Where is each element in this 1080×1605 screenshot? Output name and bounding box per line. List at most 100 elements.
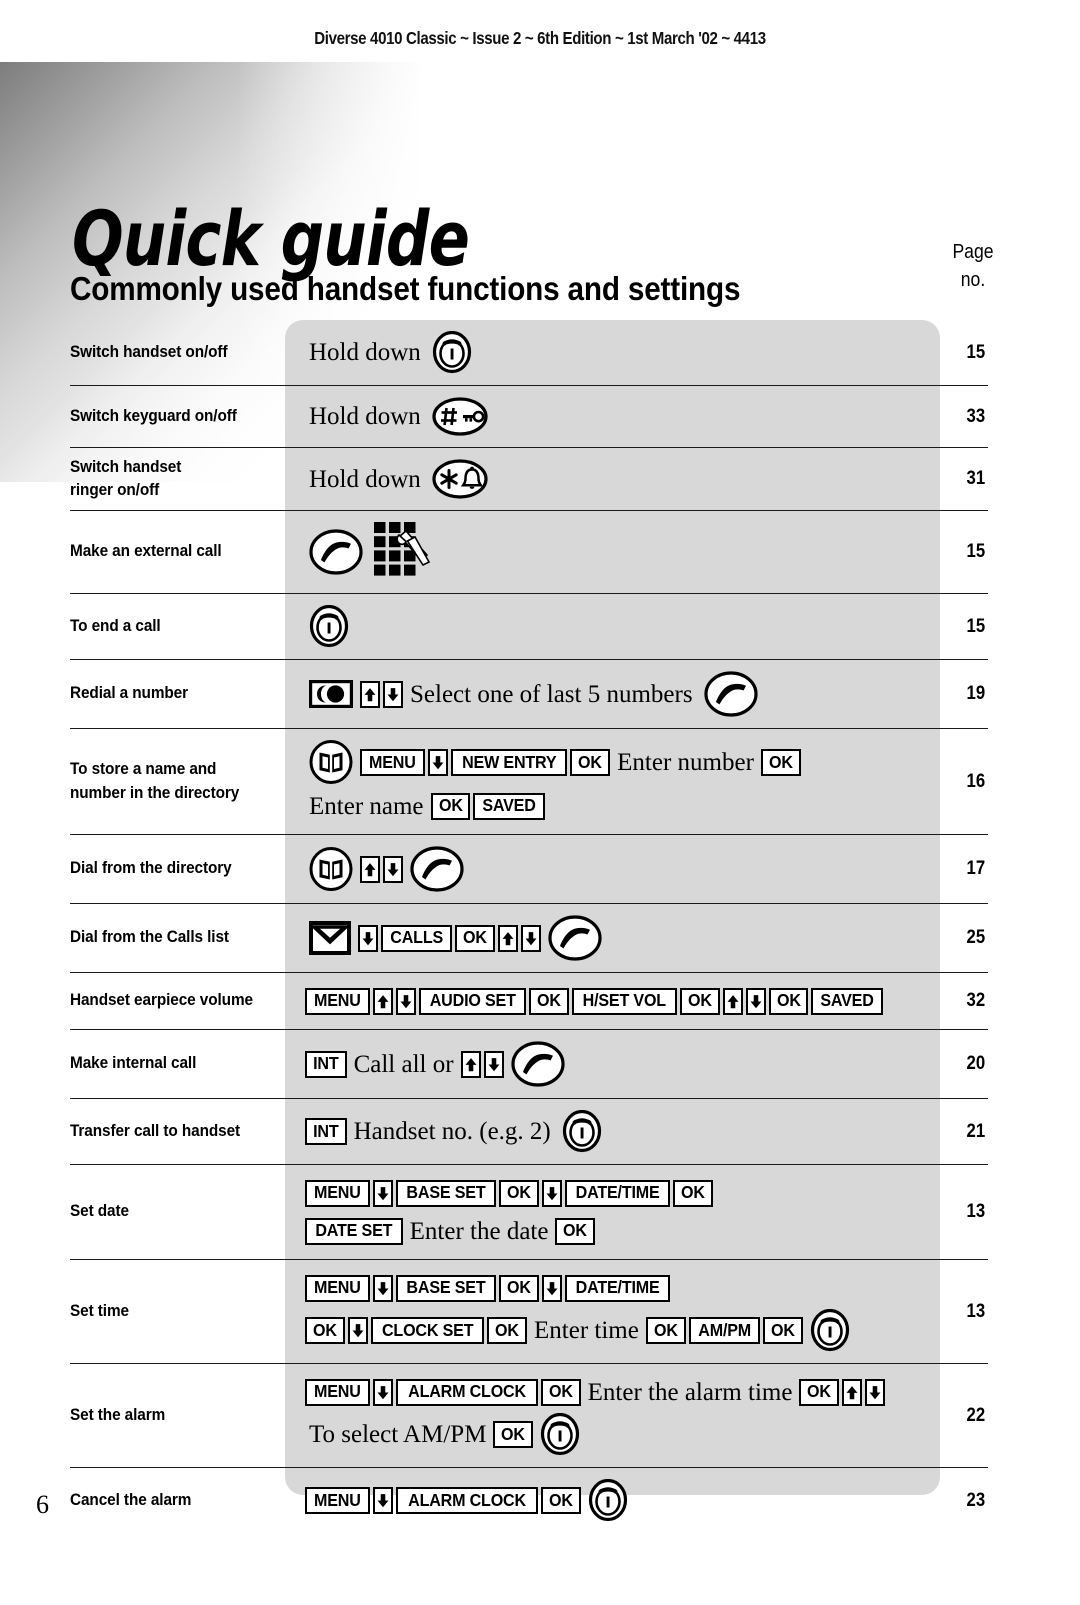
key-new-entry[interactable]: NEW ENTRY	[450, 749, 568, 776]
key-label: OK	[506, 1277, 531, 1298]
arrow-up-icon[interactable]	[498, 924, 519, 952]
arrow-down-icon[interactable]	[745, 987, 766, 1015]
key-ok[interactable]: OK	[679, 987, 720, 1015]
function-label: To store a name and number in the directo…	[70, 729, 285, 834]
key-ok[interactable]: OK	[540, 1487, 581, 1514]
end-call-icon[interactable]	[540, 1413, 580, 1456]
key-saved[interactable]: SAVED	[811, 987, 884, 1015]
key-saved[interactable]: SAVED	[473, 792, 546, 820]
key-ok[interactable]: OK	[305, 1317, 345, 1344]
key-ok[interactable]: OK	[763, 1317, 803, 1344]
arrow-down-icon[interactable]	[372, 1487, 393, 1514]
key-ok[interactable]: OK	[799, 1378, 840, 1406]
key-ok[interactable]: OK	[540, 1378, 581, 1406]
arrow-down-icon[interactable]	[521, 924, 542, 952]
key-audio-set[interactable]: AUDIO SET	[418, 987, 527, 1015]
key-ok[interactable]: OK	[455, 924, 496, 952]
key-ok[interactable]: OK	[768, 987, 809, 1015]
page-reference: 33	[925, 386, 988, 447]
key-menu[interactable]: MENU	[360, 749, 425, 776]
key-sequence-line: Enter name OK SAVED	[305, 789, 925, 823]
key-menu[interactable]: MENU	[305, 1487, 370, 1514]
key-ok[interactable]: OK	[498, 1179, 539, 1207]
arrow-down-icon[interactable]	[483, 1050, 504, 1078]
page-reference: 16	[925, 729, 988, 834]
key-h-set-vol[interactable]: H/SET VOL	[572, 987, 677, 1015]
arrow-down-icon[interactable]	[395, 987, 416, 1015]
envelope-icon[interactable]	[309, 921, 351, 955]
key-ok[interactable]: OK	[493, 1421, 534, 1448]
key-menu[interactable]: MENU	[305, 987, 370, 1015]
key-date-set[interactable]: DATE SET	[305, 1217, 403, 1245]
key-ok[interactable]: OK	[645, 1317, 686, 1344]
key-label: OK	[548, 1381, 573, 1402]
talk-icon[interactable]	[410, 846, 464, 892]
key-sequence	[285, 511, 925, 593]
end-call-icon[interactable]	[562, 1110, 602, 1153]
end-call-icon[interactable]	[432, 331, 472, 374]
key-calls[interactable]: CALLS	[381, 924, 453, 952]
key-menu[interactable]: MENU	[305, 1274, 370, 1302]
key-base-set[interactable]: BASE SET	[395, 1179, 496, 1207]
keyguard-icon[interactable]	[432, 397, 488, 436]
arrow-down-icon[interactable]	[383, 855, 403, 883]
arrow-up-icon[interactable]	[722, 987, 743, 1015]
key-date-time[interactable]: DATE/TIME	[564, 1274, 670, 1302]
instruction-text: Enter time	[534, 1317, 639, 1344]
key-clock-set[interactable]: CLOCK SET	[370, 1317, 485, 1344]
page-reference: 13	[925, 1165, 988, 1259]
key-base-set[interactable]: BASE SET	[395, 1274, 496, 1302]
directory-book-icon[interactable]	[309, 740, 353, 785]
key-ok[interactable]: OK	[487, 1317, 528, 1344]
arrow-down-icon[interactable]	[865, 1378, 886, 1406]
key-ok[interactable]: OK	[529, 987, 570, 1015]
end-call-icon[interactable]	[810, 1309, 850, 1352]
key-ok[interactable]: OK	[555, 1217, 596, 1245]
talk-icon[interactable]	[510, 1041, 565, 1087]
talk-icon[interactable]	[703, 671, 758, 717]
table-row: Make an external call 15	[70, 511, 988, 594]
key-sequence: Hold down	[285, 320, 925, 385]
key-ok[interactable]: OK	[672, 1179, 713, 1207]
redial-key-icon[interactable]	[309, 680, 353, 708]
arrow-down-icon[interactable]	[372, 1179, 393, 1207]
arrow-up-icon[interactable]	[842, 1378, 863, 1406]
arrow-down-icon[interactable]	[358, 924, 378, 952]
page-reference-number: 16	[966, 770, 985, 792]
arrow-up-icon[interactable]	[372, 987, 393, 1015]
end-call-icon[interactable]	[588, 1479, 628, 1522]
arrow-up-icon[interactable]	[360, 680, 380, 708]
key-int[interactable]: INT	[305, 1118, 347, 1145]
key-date-time[interactable]: DATE/TIME	[564, 1179, 670, 1207]
talk-icon[interactable]	[309, 529, 363, 575]
key-sequence-line: Hold down	[305, 397, 925, 436]
key-alarm-clock[interactable]: ALARM CLOCK	[395, 1487, 538, 1514]
key-menu[interactable]: MENU	[305, 1179, 370, 1207]
key-menu[interactable]: MENU	[305, 1378, 370, 1406]
key-alarm-clock[interactable]: ALARM CLOCK	[395, 1378, 538, 1406]
key-ok[interactable]: OK	[570, 749, 611, 776]
key-ok[interactable]: OK	[498, 1274, 539, 1302]
talk-icon[interactable]	[548, 915, 602, 961]
key-sequence-line	[305, 846, 925, 892]
arrow-down-icon[interactable]	[541, 1274, 562, 1302]
arrow-down-icon[interactable]	[541, 1179, 562, 1207]
key-am-pm[interactable]: AM/PM	[688, 1317, 761, 1344]
key-label: OK	[771, 1319, 795, 1340]
key-int[interactable]: INT	[305, 1050, 347, 1078]
end-call-icon[interactable]	[309, 605, 349, 648]
directory-book-icon[interactable]	[309, 846, 353, 892]
arrow-up-icon[interactable]	[460, 1050, 481, 1078]
key-ok[interactable]: OK	[760, 749, 801, 776]
arrow-down-icon[interactable]	[383, 680, 403, 708]
arrow-down-icon[interactable]	[347, 1317, 368, 1344]
arrow-down-icon[interactable]	[372, 1378, 393, 1406]
arrow-down-icon[interactable]	[427, 749, 448, 776]
arrow-up-icon[interactable]	[360, 855, 380, 883]
keypad-dial-icon[interactable]	[374, 522, 432, 582]
key-ok[interactable]: OK	[430, 792, 471, 820]
arrow-down-icon[interactable]	[372, 1274, 393, 1302]
key-label: MENU	[369, 751, 416, 772]
footer-page-number: 6	[36, 1490, 49, 1519]
ringer-icon[interactable]	[432, 459, 488, 499]
